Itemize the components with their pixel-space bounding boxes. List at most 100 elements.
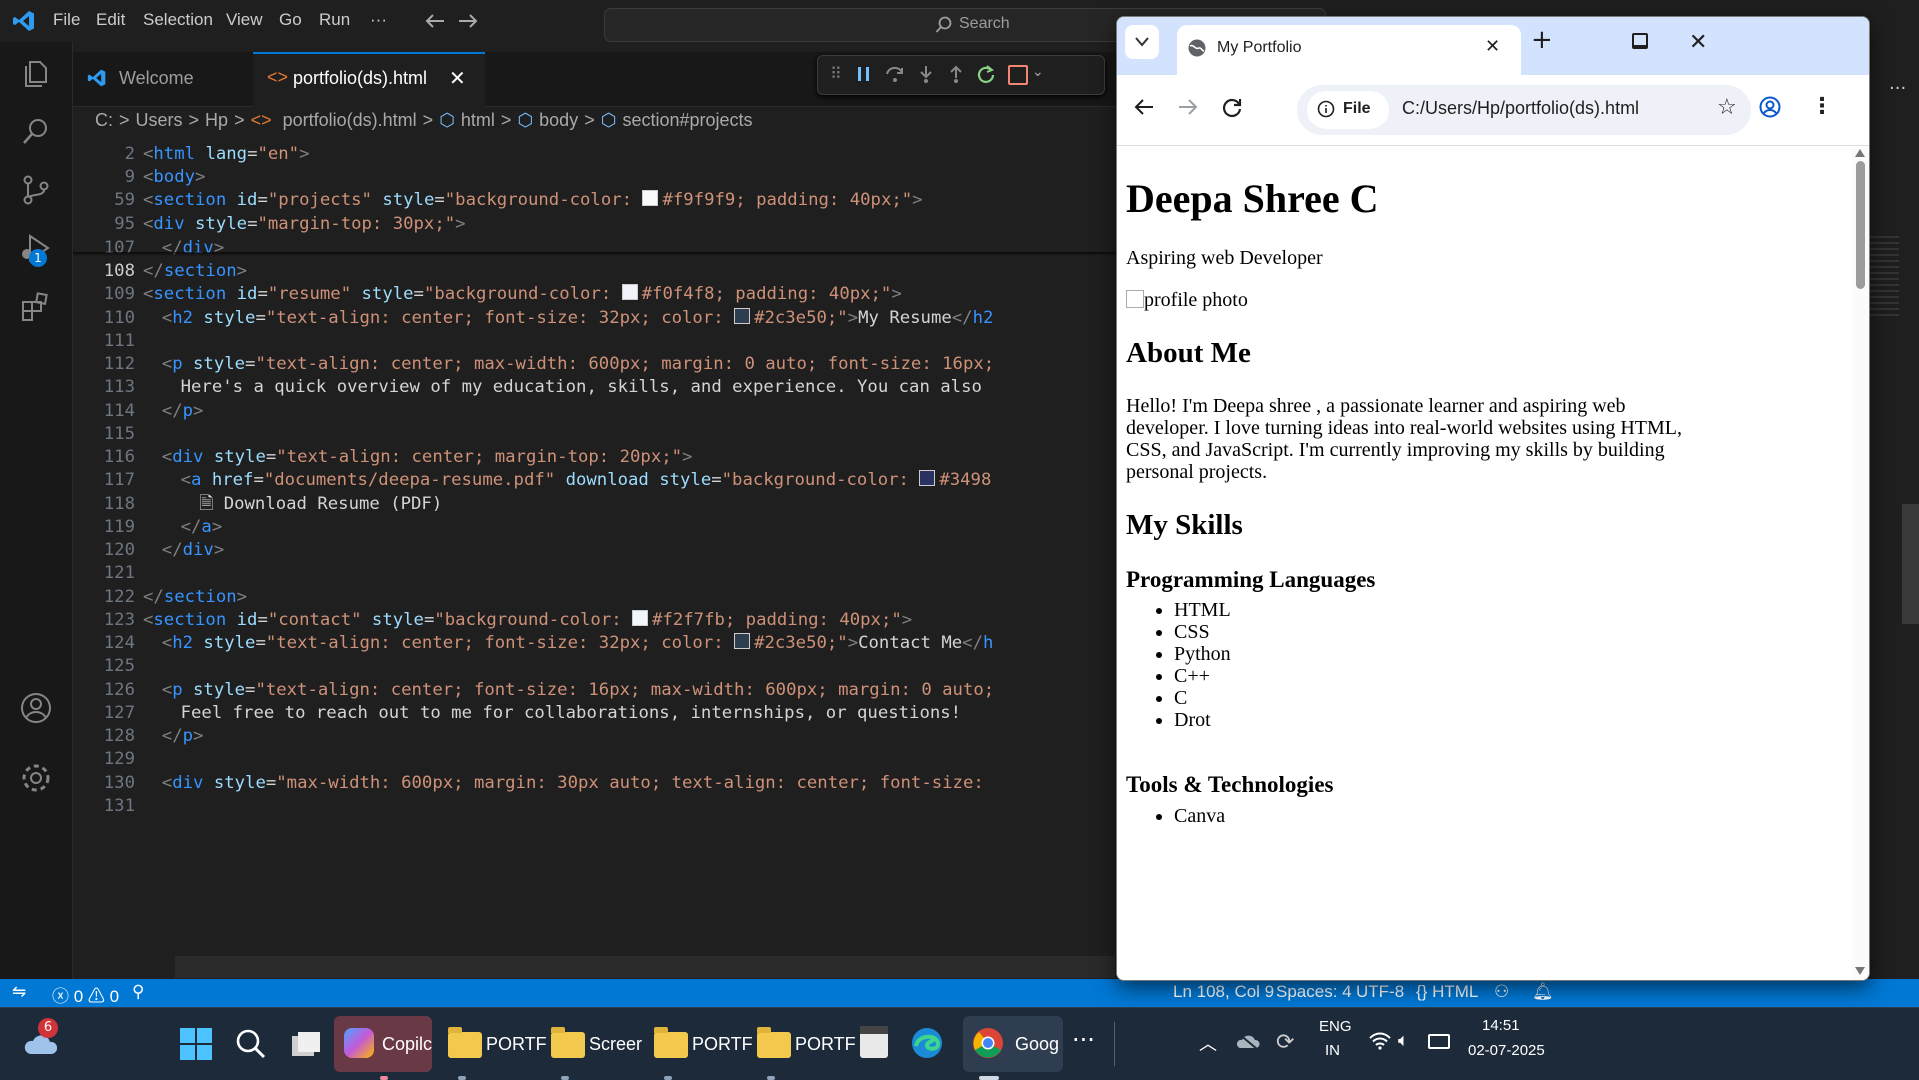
taskbar-folder-screenshots[interactable]: Screer [543, 1016, 643, 1080]
color-swatch[interactable] [919, 470, 936, 487]
windows-start-icon[interactable] [180, 1028, 212, 1060]
drag-handle-icon[interactable]: ⠿ [830, 64, 842, 83]
calendar-icon[interactable] [860, 1026, 888, 1058]
color-swatch[interactable] [734, 307, 751, 324]
step-out-icon[interactable] [946, 64, 966, 84]
profile-icon[interactable] [1759, 96, 1781, 118]
accounts-icon[interactable] [18, 690, 54, 726]
clock-time[interactable]: 14:51 [1482, 1017, 1520, 1034]
close-icon[interactable]: ✕ [1485, 36, 1500, 57]
folder-icon [448, 1027, 482, 1058]
extensions-icon[interactable] [18, 290, 54, 326]
nav-back-icon[interactable] [424, 11, 446, 31]
task-view-icon[interactable] [290, 1030, 322, 1058]
page-scrollbar[interactable] [1852, 147, 1869, 980]
menu-edit[interactable]: Edit [96, 10, 125, 30]
volume-icon[interactable]: 🔈︎ [1398, 1030, 1409, 1051]
menu-more[interactable]: ··· [370, 10, 387, 30]
search-view-icon[interactable] [18, 114, 54, 150]
code-editor[interactable]: 2 <html lang="en"> 9 <body> 59 <section id="p… [73, 140, 1123, 978]
step-into-icon[interactable] [916, 64, 936, 84]
breadcrumb-item[interactable]: section#projects [622, 110, 752, 130]
language-indicator-top[interactable]: ENG [1319, 1018, 1352, 1035]
vscode-logo-icon [87, 68, 107, 88]
url-text[interactable]: C:/Users/Hp/portfolio(ds).html [1402, 98, 1639, 119]
breadcrumb-item[interactable]: portfolio(ds).html [283, 110, 417, 130]
ports-icon[interactable]: ⚲ [132, 982, 144, 1002]
menu-go[interactable]: Go [279, 10, 302, 30]
kebab-menu-icon[interactable]: ⋮ [1811, 94, 1833, 119]
scrollbar-thumb[interactable] [1856, 161, 1865, 289]
wifi-icon[interactable] [1369, 1032, 1391, 1050]
color-swatch[interactable] [734, 633, 751, 650]
battery-icon[interactable] [1428, 1034, 1450, 1049]
language-mode[interactable]: {} HTML [1416, 982, 1478, 1002]
taskbar-chrome[interactable]: Goog [963, 1016, 1063, 1080]
breadcrumb-item[interactable]: body [539, 110, 578, 130]
onedrive-offline-icon[interactable] [1236, 1032, 1260, 1050]
code-line[interactable]: 131 [73, 792, 1123, 820]
chevron-up-icon[interactable]: ︿ [1199, 1030, 1217, 1056]
pause-icon[interactable] [854, 64, 874, 84]
address-bar[interactable]: File C:/Users/Hp/portfolio(ds).html ☆ [1297, 85, 1751, 135]
color-swatch[interactable] [642, 190, 659, 207]
edge-icon[interactable] [910, 1026, 944, 1060]
menu-selection[interactable]: Selection [143, 10, 213, 30]
remote-icon[interactable]: ⇋ [12, 982, 26, 1002]
encoding[interactable]: UTF-8 [1356, 982, 1404, 1002]
list-item: CSS [1174, 621, 1231, 643]
sync-icon[interactable]: ⟳ [1276, 1030, 1294, 1055]
more-actions-icon[interactable]: ··· [1889, 78, 1906, 99]
taskbar-folder-portfolio-2[interactable]: PORTF [646, 1016, 753, 1080]
scroll-up-icon[interactable] [1855, 149, 1865, 157]
menu-view[interactable]: View [226, 10, 263, 30]
source-control-icon[interactable] [18, 172, 54, 208]
taskbar-folder-portfolio-1[interactable]: PORTF [440, 1016, 547, 1080]
menu-file[interactable]: File [53, 10, 80, 30]
forward-arrow-icon[interactable] [1177, 97, 1199, 117]
indentation[interactable]: Spaces: 4 [1276, 982, 1352, 1002]
list-item: Canva [1174, 805, 1225, 827]
minimap-lines [1869, 236, 1899, 316]
copilot-icon[interactable]: ⚇ [1494, 982, 1509, 1002]
clock-date[interactable]: 02-07-2025 [1468, 1042, 1545, 1059]
horizontal-scrollbar[interactable] [175, 956, 1115, 978]
chevron-down-icon[interactable]: ⌄ [1032, 64, 1044, 80]
explorer-icon[interactable] [18, 56, 54, 92]
tab-portfolio-html[interactable]: <> portfolio(ds).html ✕ [253, 52, 485, 108]
nav-forward-icon[interactable] [457, 11, 479, 31]
reload-icon[interactable] [1221, 96, 1243, 118]
editor-scrollbar-thumb[interactable] [1902, 504, 1919, 624]
stop-icon[interactable] [1008, 65, 1028, 85]
restart-icon[interactable] [976, 64, 996, 84]
color-swatch[interactable] [632, 609, 649, 626]
site-info-chip[interactable]: File [1307, 91, 1389, 129]
tab-search-button[interactable] [1125, 25, 1159, 59]
color-swatch[interactable] [621, 284, 638, 301]
search-icon[interactable] [235, 1028, 267, 1060]
breadcrumb-item[interactable]: C: [95, 110, 113, 130]
problems-indicator[interactable]: ⓧ 0 ⚠ 0 [52, 982, 119, 1007]
more-apps-icon[interactable]: ··· [1072, 1026, 1095, 1054]
step-over-icon[interactable] [884, 64, 906, 84]
settings-gear-icon[interactable] [18, 760, 54, 796]
back-arrow-icon[interactable] [1133, 97, 1155, 117]
chrome-tab-my-portfolio[interactable]: My Portfolio ✕ [1177, 25, 1521, 75]
notifications-bell-icon[interactable]: 🔔︎ [1532, 982, 1554, 1002]
breadcrumb-item[interactable]: html [461, 110, 495, 130]
scroll-down-icon[interactable] [1855, 967, 1865, 975]
breadcrumb-item[interactable]: Users [136, 110, 183, 130]
maximize-icon[interactable] [1632, 33, 1648, 49]
breadcrumb-item[interactable]: Hp [205, 110, 228, 130]
minimap[interactable]: ··· [1869, 78, 1919, 979]
menu-run[interactable]: Run [319, 10, 350, 30]
tab-welcome[interactable]: Welcome [73, 52, 253, 106]
bookmark-star-icon[interactable]: ☆ [1717, 95, 1737, 120]
cursor-position[interactable]: Ln 108, Col 9 [1173, 982, 1274, 1002]
close-window-icon[interactable]: ✕ [1689, 30, 1707, 55]
taskbar-copilot[interactable]: Copilc [334, 1016, 432, 1080]
taskbar-folder-portfolio-3[interactable]: PORTF [749, 1016, 856, 1080]
new-tab-icon[interactable]: + [1531, 25, 1553, 55]
info-icon [1317, 100, 1335, 118]
close-icon[interactable]: ✕ [449, 66, 466, 91]
